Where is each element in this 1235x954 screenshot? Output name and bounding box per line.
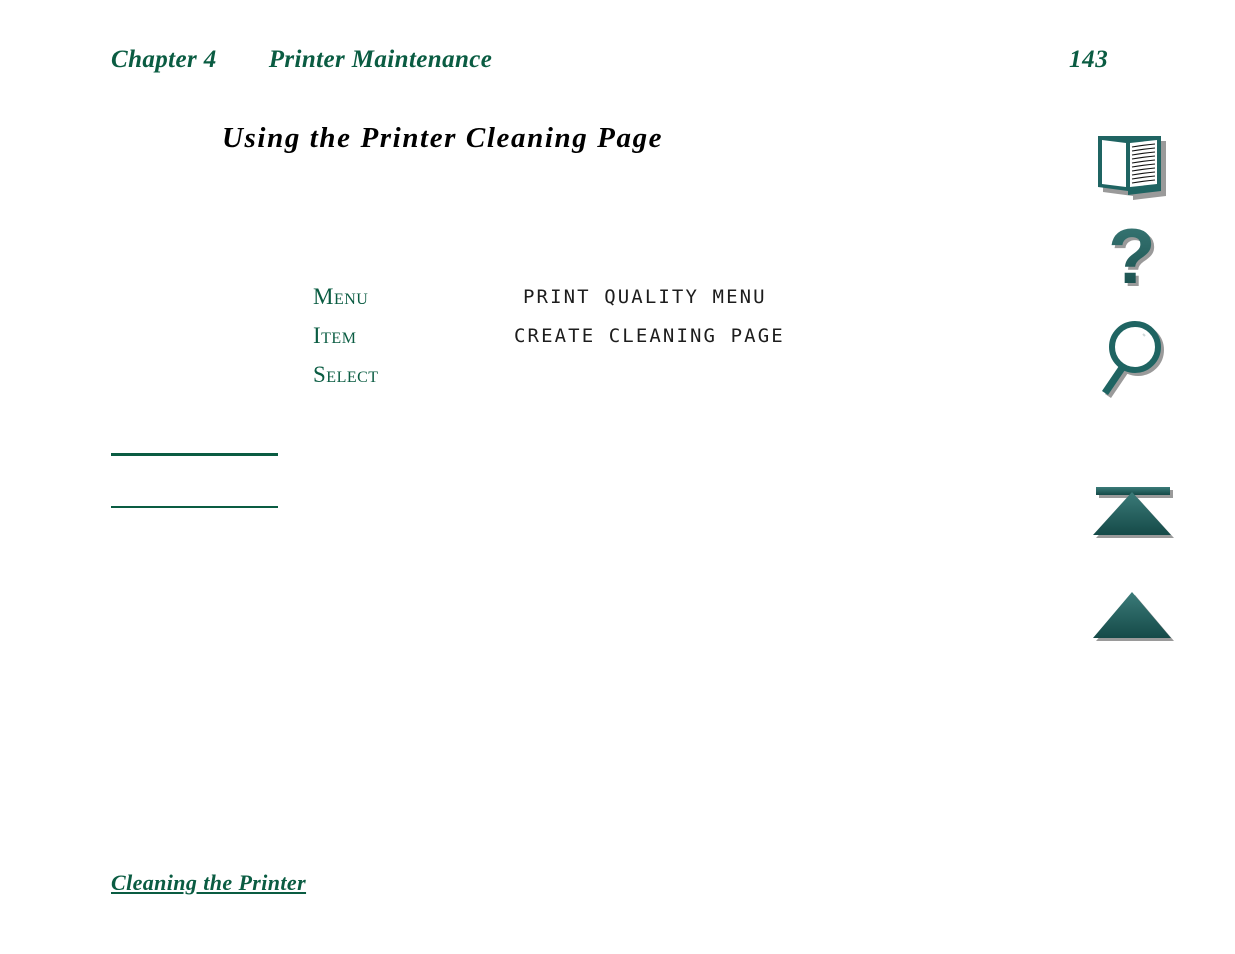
control-panel-key-menu: Menu — [313, 284, 369, 309]
chapter-label: Chapter 4 — [111, 46, 217, 73]
search-icon[interactable] — [1080, 321, 1190, 402]
page-number: 143 — [1069, 46, 1109, 73]
document-page: Chapter 4 Printer Maintenance 143 Using … — [0, 0, 1235, 954]
divider-rule-bottom — [111, 506, 278, 508]
page-title: Using the Printer Cleaning Page — [222, 122, 664, 155]
control-panel-key-select: Select — [313, 362, 379, 387]
navigation-icon-column: ? ? — [1080, 115, 1200, 675]
control-panel-row: Select — [313, 362, 833, 401]
book-icon[interactable] — [1080, 125, 1190, 205]
chapter-title: Printer Maintenance — [268, 46, 493, 73]
top-of-page-icon[interactable] — [1080, 480, 1190, 560]
help-icon[interactable]: ? ? — [1080, 212, 1190, 303]
svg-text:?: ? — [1108, 212, 1156, 300]
control-panel-row: Menu PRINT QUALITY MENU — [313, 284, 833, 323]
running-header: Chapter 4 Printer Maintenance — [111, 46, 1111, 80]
control-panel-value-menu: PRINT QUALITY MENU — [523, 286, 767, 308]
previous-page-icon[interactable] — [1080, 583, 1190, 663]
control-panel-key-item: Item — [313, 323, 357, 348]
control-panel-steps: Menu PRINT QUALITY MENU Item CREATE CLEA… — [313, 284, 833, 401]
control-panel-row: Item CREATE CLEANING PAGE — [313, 323, 833, 362]
footer-link-cleaning-the-printer[interactable]: Cleaning the Printer — [111, 870, 306, 896]
control-panel-value-item: CREATE CLEANING PAGE — [514, 325, 785, 347]
divider-rule-top — [111, 453, 278, 456]
